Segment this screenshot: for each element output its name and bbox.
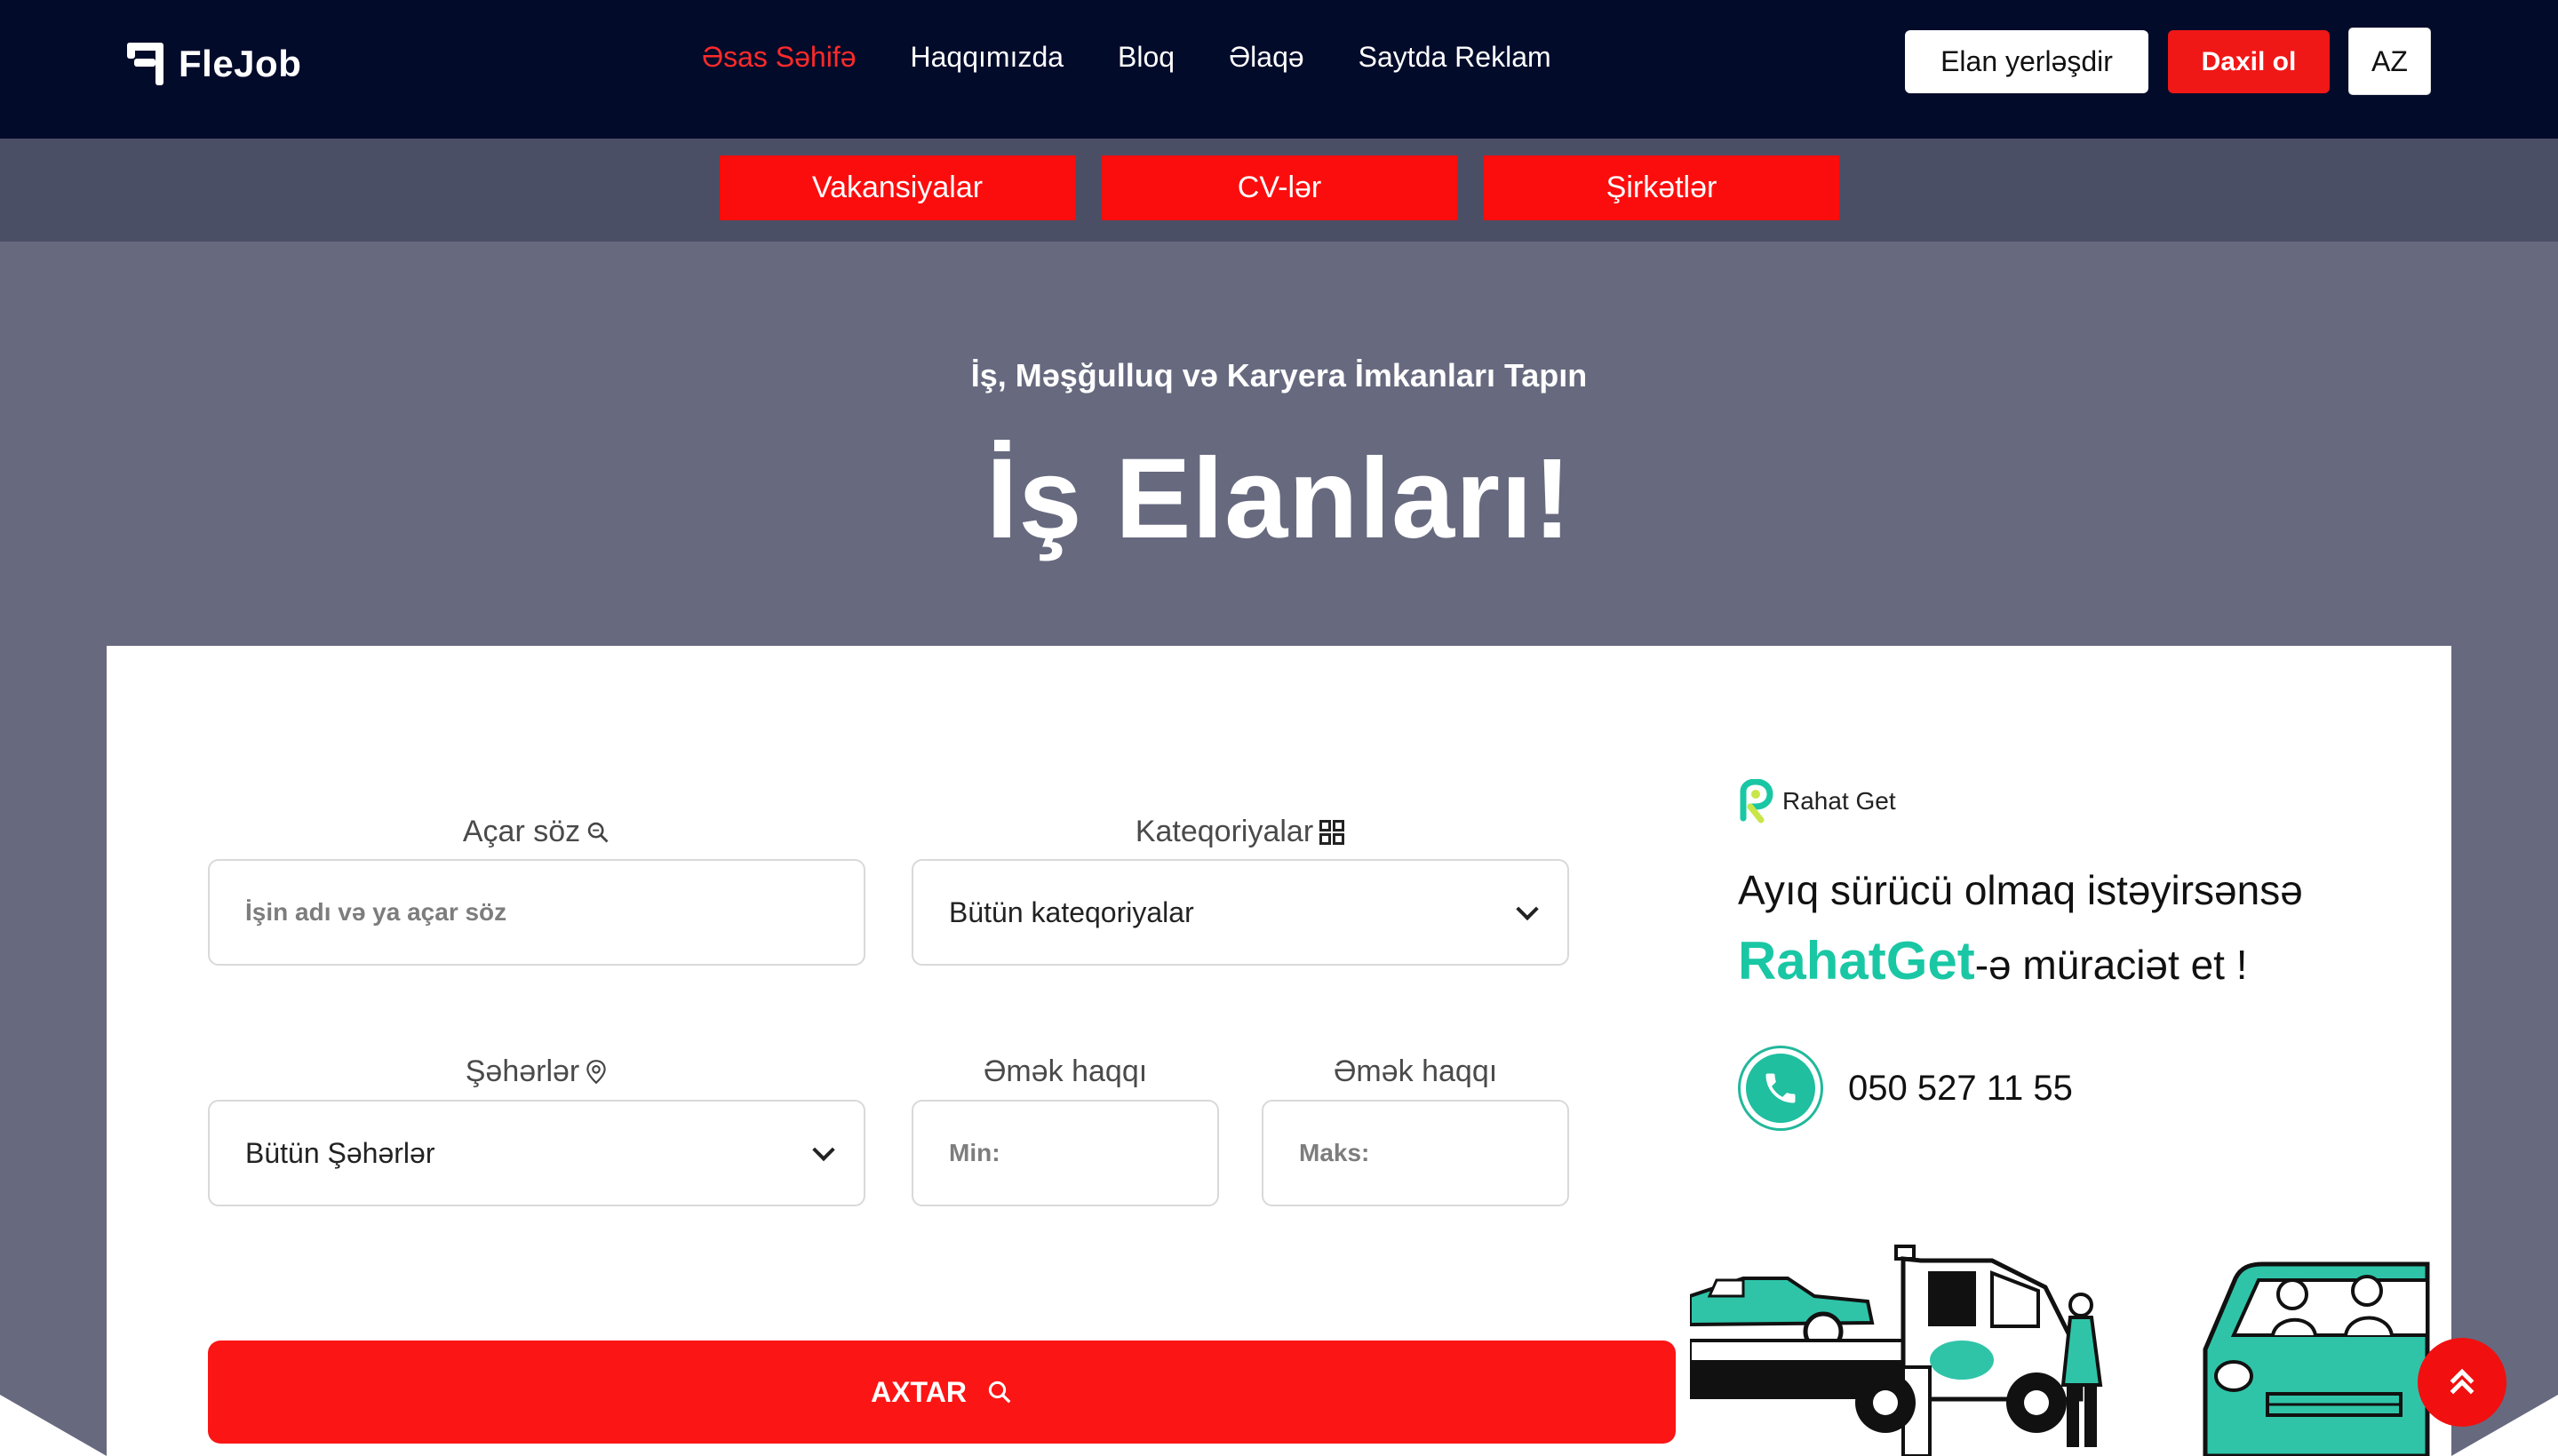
nav-blog[interactable]: Bloq (1118, 41, 1175, 74)
tab-vacancies[interactable]: Vakansiyalar (720, 155, 1075, 220)
rahatget-logo-icon (1740, 779, 1773, 823)
keyword-label: Açar söz (208, 815, 865, 849)
main-nav: Əsas Səhifə Haqqımızda Bloq Əlaqə Saytda… (702, 41, 1606, 74)
city-select-value: Bütün Şəhərlər (245, 1136, 435, 1169)
tow-truck-illustration (1690, 1245, 2103, 1456)
ad-cta: RahatGet-ə müraciət et ! (1738, 930, 2248, 991)
search-submit-label: AXTAR (871, 1375, 967, 1408)
chevron-down-icon (812, 1138, 835, 1162)
category-select[interactable]: Bütün kateqoriyalar (912, 859, 1569, 966)
search-icon (988, 1380, 1011, 1404)
double-chevron-up-icon (2450, 1368, 2474, 1395)
nav-contact[interactable]: Əlaqə (1229, 41, 1304, 74)
hero-subtitle: İş, Məşğulluq və Karyera İmkanları Tapın (970, 357, 1588, 394)
grid-icon (1319, 819, 1345, 845)
city-select[interactable]: Bütün Şəhərlər (208, 1100, 865, 1206)
salary-max-label: Əmək haqqı (1333, 1054, 1498, 1088)
post-job-button[interactable]: Elan yerləşdir (1905, 30, 2148, 93)
top-navbar: FleJob Əsas Səhifə Haqqımızda Bloq Əlaqə… (0, 0, 2558, 139)
ad-cta-text: -ə müraciət et ! (1974, 942, 2248, 988)
category-label-text: Kateqoriyalar (1135, 815, 1314, 848)
ad-illustration (1690, 1245, 2430, 1456)
ad-brand-name: Rahat Get (1782, 787, 1896, 815)
salary-min-input[interactable]: Min: (912, 1100, 1219, 1206)
nav-about[interactable]: Haqqımızda (911, 41, 1064, 74)
ad-phone-number: 050 527 11 55 (1848, 1068, 2073, 1108)
salary-max-input[interactable]: Maks: (1262, 1100, 1569, 1206)
hero-title: İş Elanları! (985, 435, 1573, 562)
logo[interactable]: FleJob (127, 41, 301, 87)
flejob-logo-icon (127, 41, 171, 87)
chevron-down-icon (1516, 897, 1539, 921)
city-label: Şəhərlər (208, 1054, 865, 1089)
city-label-text: Şəhərlər (465, 1054, 580, 1088)
tab-companies[interactable]: Şirkətlər (1484, 155, 1839, 220)
search-panel: Açar söz İşin adı və ya açar söz Kateqor… (107, 646, 2451, 1456)
car-with-driver-illustration (2203, 1261, 2430, 1456)
nav-home[interactable]: Əsas Səhifə (702, 41, 857, 74)
login-button[interactable]: Daxil ol (2168, 30, 2330, 93)
location-pin-icon (586, 1059, 606, 1084)
logo-text: FleJob (179, 43, 302, 84)
keyword-input[interactable]: İşin adı və ya açar söz (208, 859, 865, 966)
keyword-label-text: Açar söz (462, 815, 581, 848)
ad-brand[interactable]: Rahat Get (1738, 779, 1896, 823)
ad-cta-brand: RahatGet (1738, 931, 1975, 991)
tab-cvs[interactable]: CV-lər (1102, 155, 1457, 220)
nav-advertise[interactable]: Saytda Reklam (1359, 41, 1551, 74)
category-tabs-bar: Vakansiyalar CV-lər Şirkətlər (0, 139, 2558, 242)
ad-headline: Ayıq sürücü olmaq istəyirsənsə (1738, 867, 2303, 913)
decorative-corner-left (0, 1395, 107, 1456)
scroll-to-top-button[interactable] (2418, 1338, 2506, 1427)
phone-icon (1738, 1046, 1823, 1131)
search-icon (587, 822, 609, 842)
search-submit-button[interactable]: AXTAR (208, 1341, 1676, 1444)
ad-phone[interactable]: 050 527 11 55 (1738, 1046, 2073, 1131)
salary-min-label: Əmək haqqı (983, 1054, 1148, 1088)
language-selector[interactable]: AZ (2348, 28, 2431, 95)
category-label: Kateqoriyalar (912, 815, 1569, 849)
category-select-value: Bütün kateqoriyalar (949, 895, 1194, 928)
